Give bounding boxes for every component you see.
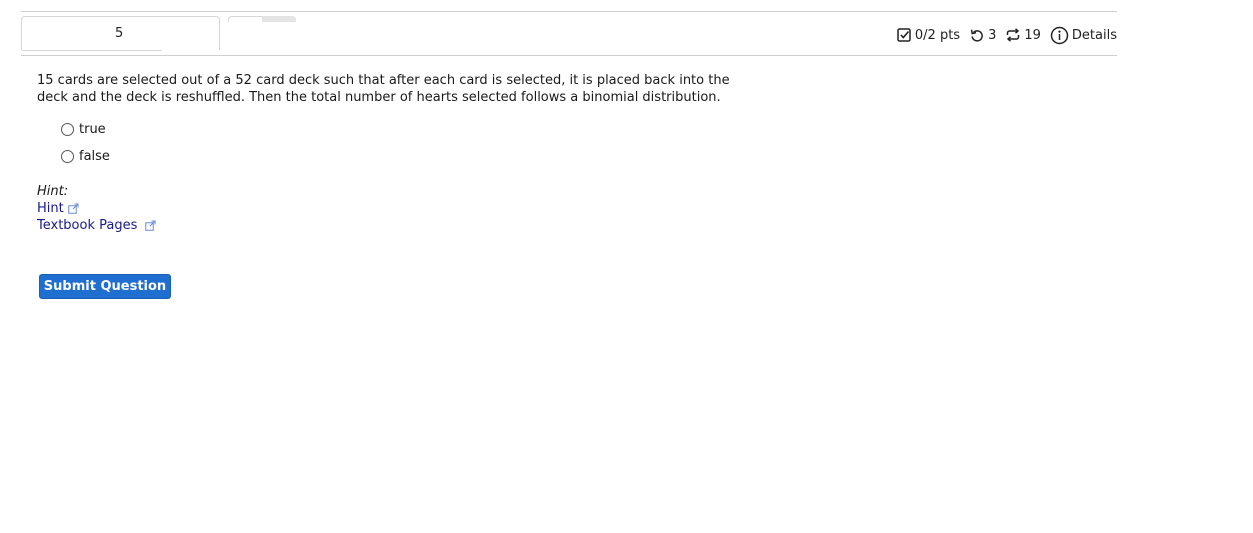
option-true[interactable]: true: [61, 116, 110, 143]
option-false-label: false: [79, 149, 110, 164]
radio-true[interactable]: [61, 123, 74, 136]
submit-question-button[interactable]: Submit Question: [39, 274, 171, 299]
header-bottom-divider: [21, 55, 1117, 56]
question-number-tab[interactable]: 5: [21, 16, 220, 51]
question-number: 5: [115, 26, 124, 41]
versions-indicator: 19: [1005, 27, 1041, 43]
undo-icon: [970, 29, 983, 42]
hint-link-label: Hint: [37, 201, 64, 216]
retries-indicator: 3: [969, 27, 996, 43]
option-true-label: true: [79, 122, 106, 137]
points-text: 0/2 pts: [914, 27, 961, 43]
versions-count: 19: [1024, 27, 1041, 43]
hint-heading: Hint:: [37, 184, 69, 199]
question-page: 5 0/2 pts 3 19 Details 15 cards are sele…: [0, 0, 1253, 533]
option-false[interactable]: false: [61, 143, 110, 170]
textbook-pages-label: Textbook Pages: [37, 218, 138, 233]
radio-false[interactable]: [61, 150, 74, 163]
question-number-box: [22, 17, 162, 51]
textbook-pages-link[interactable]: Textbook Pages: [37, 217, 156, 234]
external-link-icon: [67, 203, 79, 214]
hint-section: Hint: Hint Textbook Pages: [37, 183, 156, 234]
details-label: Details: [1071, 27, 1117, 43]
points-indicator: 0/2 pts: [896, 27, 960, 43]
answer-options: true false: [61, 116, 110, 170]
info-icon: [1050, 26, 1069, 44]
hint-link[interactable]: Hint: [37, 200, 156, 217]
retries-count: 3: [988, 27, 997, 43]
header-top-divider: [21, 11, 1117, 12]
external-link-icon: [145, 220, 156, 231]
repeat-icon: [1007, 28, 1020, 42]
details-button[interactable]: Details: [1050, 26, 1117, 45]
checkbox-icon: [897, 28, 911, 42]
question-meta: 0/2 pts 3 19 Details: [896, 25, 1117, 45]
question-text: 15 cards are selected out of a 52 card d…: [37, 73, 730, 105]
secondary-tab-shade: [262, 16, 296, 22]
